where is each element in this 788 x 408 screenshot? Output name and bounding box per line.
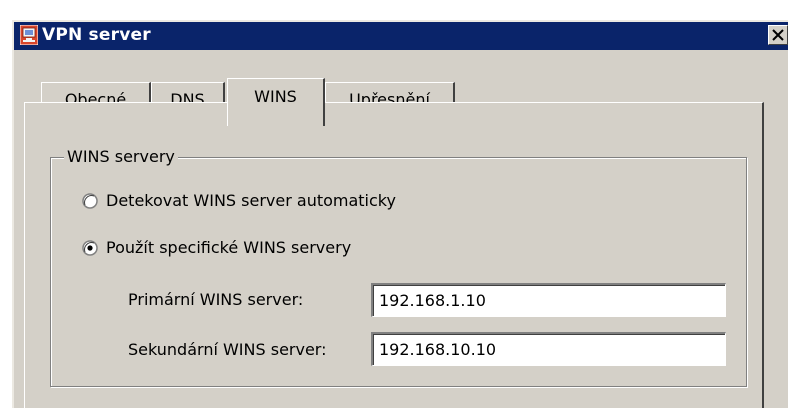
primary-wins-label: Primární WINS server:: [128, 290, 304, 309]
radio-specific-servers[interactable]: Použít specifické WINS servery: [82, 238, 442, 260]
title-bar[interactable]: VPN server: [14, 22, 788, 50]
radio-label: Použít specifické WINS servery: [106, 238, 352, 257]
radio-unchecked-icon[interactable]: [82, 193, 98, 209]
tab-wins[interactable]: WINS: [227, 78, 325, 126]
group-title: WINS servery: [64, 147, 178, 167]
close-icon: [772, 29, 784, 41]
secondary-wins-label: Sekundární WINS server:: [128, 340, 327, 359]
vpn-app-icon: [20, 25, 38, 45]
secondary-wins-input[interactable]: [371, 332, 726, 366]
radio-label: Detekovat WINS server automaticky: [106, 191, 396, 210]
primary-wins-input[interactable]: [371, 283, 726, 317]
close-button[interactable]: [768, 25, 788, 45]
radio-checked-icon[interactable]: [82, 240, 98, 256]
window-title: VPN server: [42, 25, 151, 45]
radio-auto-detect[interactable]: Detekovat WINS server automaticky: [82, 191, 502, 213]
tab-label: WINS: [254, 87, 297, 106]
